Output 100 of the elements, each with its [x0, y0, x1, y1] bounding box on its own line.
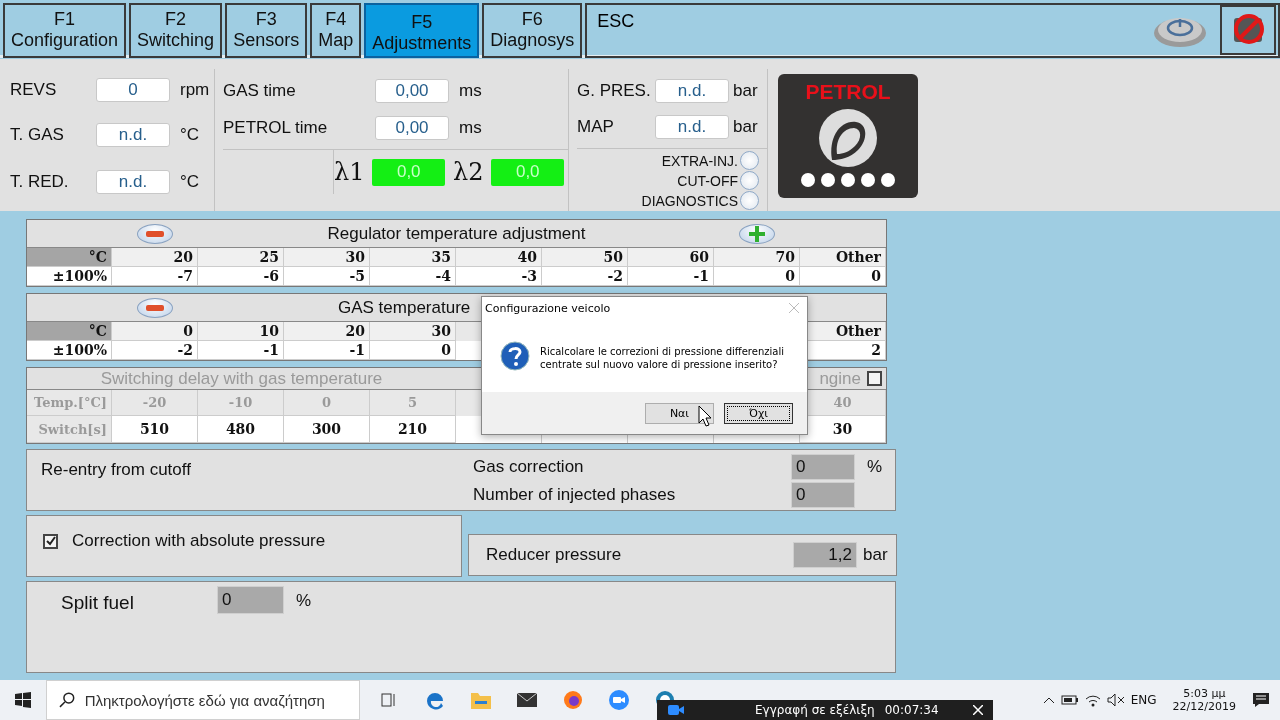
pressure-label: G. PRES. — [577, 80, 652, 101]
minus-button[interactable] — [137, 297, 173, 318]
table-cell: 510 — [112, 416, 198, 443]
column-header: -20 — [112, 390, 198, 416]
reading-label: REVS — [10, 80, 58, 100]
time-field: 0,00 — [375, 79, 449, 103]
pressure-field: n.d. — [655, 78, 729, 103]
language-indicator[interactable]: ENG — [1130, 693, 1157, 707]
column-header: 70 — [714, 248, 800, 267]
table-title: Switching delay with gas temperature — [100, 368, 383, 389]
unit-label: ms — [459, 81, 482, 101]
unit-label: °C — [180, 124, 200, 145]
esc-tab[interactable]: ESC — [585, 3, 1280, 58]
column-header: 20 — [284, 322, 370, 341]
dialog-message: Ricalcolare le correzioni di pressione differenziali centrate sul nuovo valore di pressione inserito? — [540, 345, 784, 371]
clock[interactable]: 5:03 μμ 22/12/2019 — [1172, 687, 1236, 713]
engine-checkbox[interactable] — [867, 371, 882, 386]
search-icon — [59, 692, 75, 708]
plus-button[interactable] — [739, 223, 775, 244]
speaker-muted-icon — [1106, 693, 1125, 707]
function-tab[interactable]: F3 Sensors — [225, 3, 308, 58]
value-field: 0 — [791, 454, 855, 480]
column-header: 30 — [284, 248, 370, 267]
split-fuel-field: 0 — [217, 586, 284, 614]
table-cell: 210 — [370, 416, 456, 443]
cutoff-title: Re-entry from cutoff — [41, 460, 192, 481]
row-header: °C — [27, 248, 112, 267]
unit-label: ms — [459, 118, 482, 138]
table-cell: 300 — [284, 416, 370, 443]
unit-label: bar — [863, 545, 888, 565]
column-header: 0 — [112, 322, 198, 341]
split-fuel-label: Split fuel — [61, 592, 135, 614]
unit-label: °C — [180, 171, 200, 192]
question-icon — [500, 341, 530, 371]
column-header: Other — [800, 248, 886, 267]
battery-icon — [1060, 694, 1079, 706]
close-button[interactable] — [1220, 5, 1276, 55]
reading-label: T. GAS — [10, 124, 65, 145]
unit-label: rpm — [180, 80, 210, 100]
row-header: °C — [27, 322, 112, 341]
table-cell: -2 — [542, 267, 628, 286]
reading-field: n.d. — [96, 169, 170, 194]
search-box[interactable]: Πληκτρολογήστε εδώ για αναζήτηση — [46, 680, 360, 720]
function-tab[interactable]: F6 Diagnosys — [482, 3, 583, 58]
close-icon — [789, 303, 799, 313]
column-header: 5 — [370, 390, 456, 416]
lambda-label: λ1 — [334, 158, 365, 186]
reducer-label: Reducer pressure — [486, 545, 623, 565]
minus-icon — [146, 304, 164, 311]
column-header: -10 — [198, 390, 284, 416]
lambda-value: 0,0 — [372, 158, 445, 186]
absolute-pressure-checkbox[interactable] — [43, 533, 58, 549]
dialog-title: Configurazione veicolo — [485, 301, 611, 315]
function-tab[interactable]: F5 Adjustments — [364, 3, 480, 58]
indicator-label: EXTRA-INJ. — [661, 153, 738, 169]
column-header: 60 — [628, 248, 714, 267]
dialog-button[interactable]: Όχι — [724, 402, 793, 424]
pressure-label: MAP — [577, 117, 615, 138]
row-header: Temp.[°C] — [27, 390, 112, 416]
pressure-field: n.d. — [655, 115, 729, 140]
table-cell: -5 — [284, 267, 370, 286]
value-field: 0 — [791, 482, 855, 508]
column-header: 40 — [456, 248, 542, 267]
table-cell: -7 — [112, 267, 198, 286]
esc-label: ESC — [597, 11, 636, 32]
search-field[interactable]: Πληκτρολογήστε εδώ για αναζήτηση — [84, 691, 359, 709]
lambda-label: λ2 — [453, 158, 484, 186]
unit-label: bar — [733, 117, 758, 138]
indicator-label: CUT-OFF — [677, 173, 738, 189]
chevron-up-icon — [1042, 696, 1055, 704]
wifi-icon — [1084, 693, 1101, 707]
unit-label: % — [296, 591, 312, 611]
minus-button[interactable] — [137, 223, 173, 244]
time-field: 0,00 — [375, 116, 449, 140]
time-label: PETROL time — [223, 118, 329, 138]
video-camera-icon — [667, 703, 685, 717]
function-tab[interactable]: F2 Switching — [129, 3, 223, 58]
table-title: GAS temperature — [337, 297, 471, 318]
table-cell: 0 — [800, 267, 886, 286]
column-header: 25 — [198, 248, 284, 267]
row-header: ±100% — [27, 267, 112, 286]
reducer-field: 1,2 — [793, 542, 857, 568]
logo-text: PETROL — [805, 80, 891, 104]
table-cell: -3 — [456, 267, 542, 286]
table-cell: 0 — [714, 267, 800, 286]
field-label: Number of injected phases — [473, 485, 677, 505]
dialog-button[interactable]: Ναι — [645, 402, 714, 424]
table-cell: -4 — [370, 267, 456, 286]
minus-icon — [146, 230, 164, 237]
table-title: Regulator temperature adjustment — [327, 223, 586, 244]
field-label: Gas correction — [473, 457, 585, 477]
indicator-label: DIAGNOSTICS — [641, 193, 738, 209]
function-tab[interactable]: F1 Configuration — [3, 3, 127, 58]
column-header: 35 — [370, 248, 456, 267]
unit-label: % — [867, 457, 883, 477]
table-cell: -1 — [628, 267, 714, 286]
lambda-value: 0,0 — [491, 158, 564, 186]
table-cell: -1 — [198, 341, 284, 360]
recording-label: Εγγραφή σε εξέλιξη — [755, 703, 875, 717]
function-tab[interactable]: F4 Map — [310, 3, 362, 58]
